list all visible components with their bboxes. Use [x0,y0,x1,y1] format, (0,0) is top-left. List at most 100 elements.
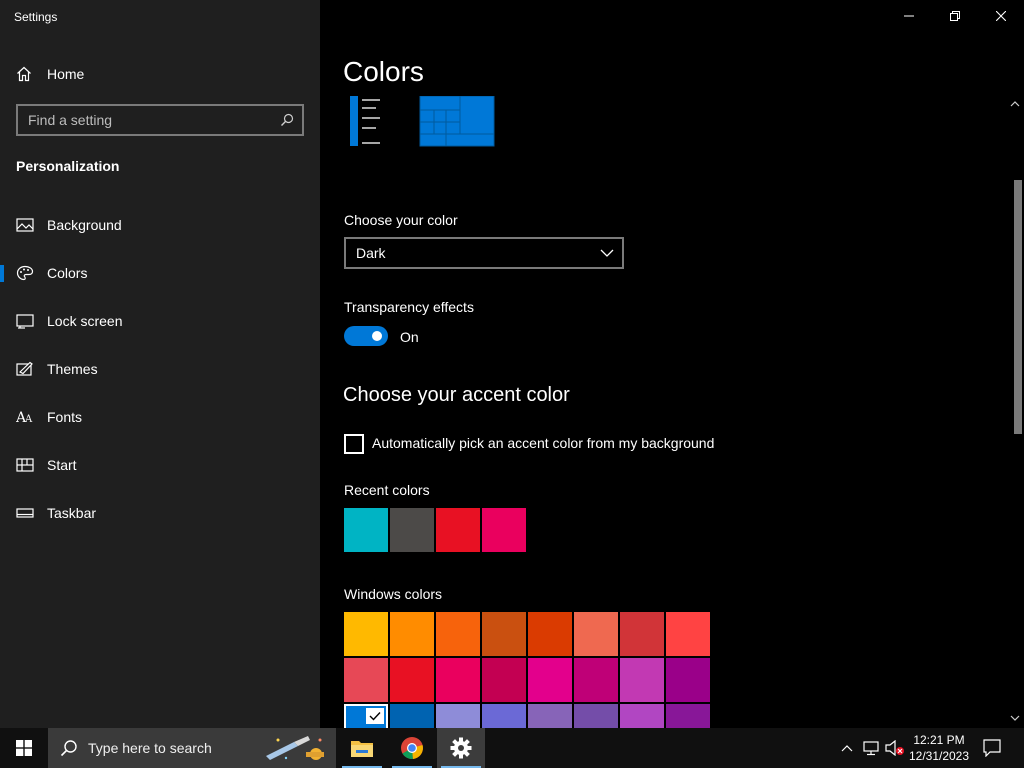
taskbar-app-settings[interactable] [437,728,485,768]
windows-color-swatch[interactable] [436,704,480,728]
windows-color-swatch[interactable] [482,704,526,728]
windows-color-swatch[interactable] [528,612,572,656]
windows-color-swatch[interactable] [344,612,388,656]
minimize-button[interactable] [886,0,932,32]
page-title: Colors [343,56,424,87]
sidebar-item-background[interactable]: Background [0,205,320,245]
windows-color-swatch[interactable] [574,658,618,702]
chevron-up-icon [1010,101,1020,107]
sidebar-item-themes[interactable]: Themes [0,349,320,389]
windows-color-swatch[interactable] [436,612,480,656]
windows-colors-row [344,704,712,728]
windows-color-swatch[interactable] [344,704,388,728]
windows-color-swatch[interactable] [482,658,526,702]
auto-accent-checkbox[interactable] [344,434,364,454]
chevron-up-icon [841,745,853,752]
section-label-personalization: Personalization [16,158,120,174]
system-clock[interactable]: 12:21 PM 12/31/2023 [904,732,974,764]
windows-colors-label: Windows colors [344,586,443,602]
find-setting-search-box[interactable] [16,104,304,136]
network-status-button[interactable] [860,728,882,768]
recent-colors-label: Recent colors [344,482,430,498]
sidebar-item-label: Background [47,217,122,233]
sidebar-item-lock-screen[interactable]: Lock screen [0,301,320,341]
show-hidden-icons-button[interactable] [838,728,856,768]
clock-time: 12:21 PM [913,733,965,747]
sidebar-item-label: Fonts [47,409,83,425]
windows-color-swatch[interactable] [620,612,664,656]
search-highlight-illustration [266,736,324,760]
windows-color-swatch[interactable] [390,612,434,656]
recent-color-swatch[interactable] [390,508,434,552]
volume-button[interactable] [884,728,906,768]
scroll-thumb[interactable] [1014,180,1022,434]
sidebar-item-colors[interactable]: Colors [0,253,320,293]
sidebar-item-fonts[interactable]: AA Fonts [0,397,320,437]
home-nav-item[interactable]: Home [16,62,84,86]
clock-date: 12/31/2023 [908,749,970,763]
file-explorer-icon [351,741,373,757]
checkmark-icon [366,708,384,724]
taskbar: Type here to search 12:21 PM 12/31/2023 [0,728,1024,768]
sidebar-item-label: Themes [47,361,98,377]
windows-color-swatch[interactable] [620,658,664,702]
scroll-down-arrow[interactable] [1008,712,1022,724]
page-scrollbar[interactable] [1006,96,1024,728]
windows-color-swatch[interactable] [666,612,710,656]
start-button[interactable] [0,728,48,768]
choose-color-value: Dark [356,245,386,261]
svg-text:A: A [24,414,33,425]
recent-color-swatch[interactable] [436,508,480,552]
transparency-state: On [400,329,419,345]
windows-color-swatch[interactable] [482,612,526,656]
find-setting-input[interactable] [18,106,272,134]
windows-color-swatch[interactable] [574,704,618,728]
restore-icon [950,11,960,21]
taskbar-app-file-explorer[interactable] [338,728,386,768]
search-icon[interactable] [272,106,302,134]
brush-icon [16,361,33,376]
auto-accent-label[interactable]: Automatically pick an accent color from … [372,435,714,451]
chevron-down-icon [1010,715,1020,721]
speaker-muted-icon [885,740,904,756]
accent-color-heading: Choose your accent color [343,384,570,406]
restore-button[interactable] [932,0,978,32]
windows-color-swatch[interactable] [344,658,388,702]
windows-color-swatch[interactable] [390,658,434,702]
windows-logo-icon [16,740,32,756]
taskbar-search-box[interactable]: Type here to search [48,728,336,768]
choose-color-dropdown[interactable]: Dark [344,237,624,269]
windows-color-swatch[interactable] [528,704,572,728]
recent-colors-row [344,508,528,552]
chrome-icon [401,737,423,760]
home-icon [17,66,31,82]
windows-color-swatch[interactable] [390,704,434,728]
taskbar-app-chrome[interactable] [388,728,436,768]
recent-color-swatch[interactable] [344,508,388,552]
windows-color-swatch[interactable] [666,658,710,702]
lock-screen-icon [16,314,34,329]
recent-color-swatch[interactable] [482,508,526,552]
sidebar-item-start[interactable]: Start [0,445,320,485]
colors-settings-page: Colors Choose your color Dark Transparen… [320,0,1024,728]
windows-color-swatch[interactable] [436,658,480,702]
sidebar-item-label: Colors [47,265,88,281]
action-center-button[interactable] [980,728,1004,768]
windows-color-swatch[interactable] [666,704,710,728]
scroll-up-arrow[interactable] [1008,98,1022,110]
windows-color-swatch[interactable] [528,658,572,702]
close-icon [996,11,1006,21]
picture-icon [16,218,34,232]
windows-color-swatch[interactable] [620,704,664,728]
transparency-effects-label: Transparency effects [344,299,474,315]
transparency-toggle[interactable] [344,326,388,346]
sidebar-item-label: Taskbar [47,505,97,521]
search-icon [60,740,77,757]
close-button[interactable] [978,0,1024,32]
windows-color-swatch[interactable] [574,612,618,656]
taskbar-search-placeholder: Type here to search [88,740,212,756]
font-icon: AA [16,410,33,425]
windows-colors-row [344,658,712,702]
windows-colors-row [344,612,712,656]
sidebar-item-taskbar[interactable]: Taskbar [0,493,320,533]
